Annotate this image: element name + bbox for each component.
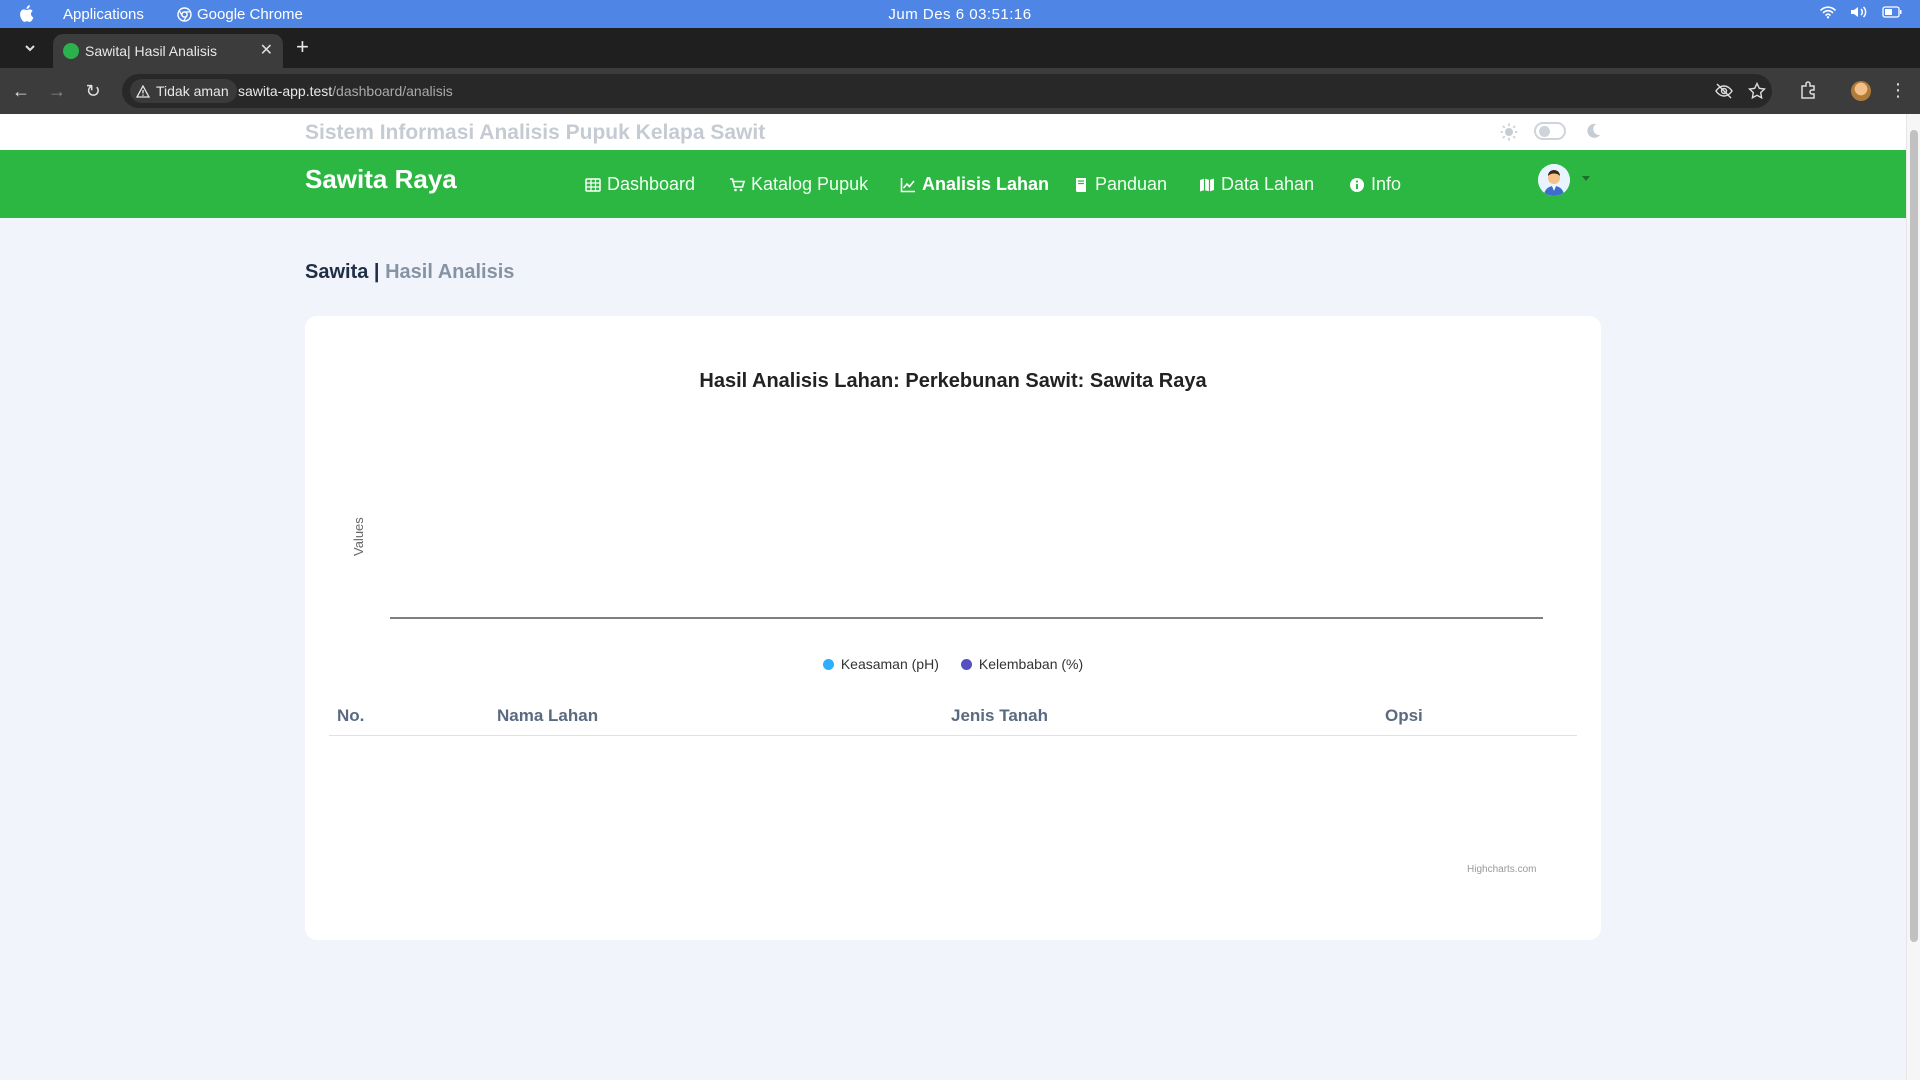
- site-topbar: Sistem Informasi Analisis Pupuk Kelapa S…: [0, 114, 1906, 150]
- breadcrumb: Sawita | Hasil Analisis: [305, 261, 514, 284]
- col-nama-lahan: Nama Lahan: [497, 706, 599, 725]
- back-arrow-icon[interactable]: ←: [10, 80, 32, 102]
- col-no: No.: [337, 706, 365, 725]
- chart-legend: Keasaman (pH) Kelembaban (%): [305, 656, 1601, 672]
- legend-item-keasaman[interactable]: Keasaman (pH): [822, 656, 939, 672]
- nav-info[interactable]: Info: [1349, 174, 1401, 195]
- scrollbar-thumb[interactable]: [1910, 130, 1918, 942]
- menubar-chrome-label: Google Chrome: [197, 6, 303, 23]
- menubar-google-chrome[interactable]: Google Chrome: [177, 6, 303, 23]
- user-menu-caret-icon[interactable]: [1582, 176, 1590, 181]
- security-label: Tidak aman: [156, 83, 229, 99]
- breadcrumb-main: Sawita: [305, 261, 369, 283]
- user-avatar-icon: [1538, 164, 1570, 196]
- browser-toolbar: ← → ↻ Tidak aman sawita-app.test/dashboa…: [0, 68, 1920, 114]
- line-chart-icon: [900, 177, 915, 192]
- col-opsi: Opsi: [1385, 706, 1423, 725]
- breadcrumb-current: Hasil Analisis: [385, 261, 515, 283]
- chrome-menu-icon[interactable]: ⋮: [1887, 79, 1909, 101]
- legend-label-keasaman: Keasaman (pH): [840, 656, 939, 672]
- wifi-icon[interactable]: [1820, 5, 1836, 19]
- menubar-applications[interactable]: Applications: [63, 6, 144, 23]
- extensions-icon[interactable]: [1797, 80, 1819, 102]
- chart-credits[interactable]: Highcharts.com: [1467, 864, 1536, 875]
- sun-icon: [1500, 123, 1518, 141]
- tab-sawita-hasil-analisis[interactable]: Sawita| Hasil Analisis ✕: [53, 34, 283, 68]
- forward-arrow-icon[interactable]: →: [46, 80, 68, 102]
- eye-slash-icon[interactable]: [1715, 82, 1733, 100]
- table-header: No. Nama Lahan Jenis Tanah Opsi: [329, 696, 1577, 736]
- security-chip[interactable]: Tidak aman: [130, 79, 237, 103]
- tab-search-chevron-icon[interactable]: [22, 40, 38, 56]
- nav-panduan[interactable]: Panduan: [1073, 174, 1167, 195]
- site-navbar: Sawita Raya Dashboard Katalog Pupuk Anal…: [0, 150, 1906, 218]
- url-path: /dashboard/analisis: [332, 83, 453, 99]
- cart-icon: [730, 177, 745, 191]
- profile-avatar-icon[interactable]: [1851, 81, 1871, 101]
- book-icon: [1076, 177, 1086, 192]
- page-scrollbar[interactable]: [1906, 114, 1920, 1080]
- bookmark-star-icon[interactable]: [1748, 82, 1766, 100]
- nav-dashboard-label: Dashboard: [607, 174, 696, 194]
- warning-triangle-icon: [136, 84, 150, 98]
- analysis-card: Hasil Analisis Lahan: Perkebunan Sawit: …: [305, 316, 1601, 940]
- theme-toggle-knob: [1539, 126, 1550, 137]
- analysis-table: No. Nama Lahan Jenis Tanah Opsi: [329, 696, 1577, 736]
- nav-data-lahan[interactable]: Data Lahan: [1199, 174, 1314, 195]
- theme-toggle[interactable]: [1534, 122, 1566, 140]
- nav-analisis-lahan-label: Analisis Lahan: [922, 174, 1050, 194]
- col-jenis-tanah: Jenis Tanah: [951, 706, 1048, 725]
- chart-y-axis-label: Values: [351, 517, 366, 556]
- map-icon: [1200, 178, 1214, 191]
- nav-katalog-pupuk-label: Katalog Pupuk: [751, 174, 869, 194]
- moon-icon: [1587, 123, 1600, 138]
- battery-icon[interactable]: [1882, 6, 1902, 18]
- apple-menu-icon[interactable]: [18, 4, 34, 23]
- legend-item-kelembaban[interactable]: Kelembaban (%): [960, 656, 1084, 672]
- os-menubar: Applications Google Chrome Jum Des 6 03:…: [0, 0, 1920, 28]
- status-tray: [1820, 5, 1902, 19]
- browser-tabstrip: Sawita| Hasil Analisis ✕ +: [0, 28, 1920, 68]
- nav-katalog-pupuk[interactable]: Katalog Pupuk: [729, 174, 868, 195]
- nav-info-label: Info: [1371, 174, 1402, 194]
- nav-data-lahan-label: Data Lahan: [1221, 174, 1315, 194]
- nav-dashboard[interactable]: Dashboard: [585, 174, 695, 195]
- volume-icon[interactable]: [1850, 5, 1868, 19]
- reload-icon[interactable]: ↻: [82, 80, 104, 102]
- breadcrumb-separator: |: [373, 261, 380, 283]
- url-text[interactable]: sawita-app.test/dashboard/analisis: [238, 83, 453, 99]
- page-viewport: Sistem Informasi Analisis Pupuk Kelapa S…: [0, 114, 1906, 1080]
- system-title: Sistem Informasi Analisis Pupuk Kelapa S…: [305, 121, 766, 144]
- brand-logo-text[interactable]: Sawita Raya: [305, 164, 457, 195]
- tab-title: Sawita| Hasil Analisis: [85, 43, 218, 59]
- favicon-icon: [63, 43, 79, 59]
- user-avatar[interactable]: [1538, 164, 1570, 196]
- legend-label-kelembaban: Kelembaban (%): [978, 656, 1084, 672]
- nav-panduan-label: Panduan: [1095, 174, 1168, 194]
- chrome-icon: [177, 7, 192, 22]
- legend-dot-kelembaban: [960, 658, 972, 670]
- legend-dot-keasaman: [822, 658, 834, 670]
- address-bar[interactable]: Tidak aman sawita-app.test/dashboard/ana…: [122, 74, 1772, 108]
- new-tab-icon[interactable]: +: [296, 34, 309, 60]
- url-host: sawita-app.test: [238, 83, 333, 99]
- tab-close-icon[interactable]: ✕: [260, 40, 273, 60]
- info-icon: [1350, 177, 1364, 192]
- nav-analisis-lahan[interactable]: Analisis Lahan: [900, 174, 1049, 195]
- table-icon: [585, 177, 601, 192]
